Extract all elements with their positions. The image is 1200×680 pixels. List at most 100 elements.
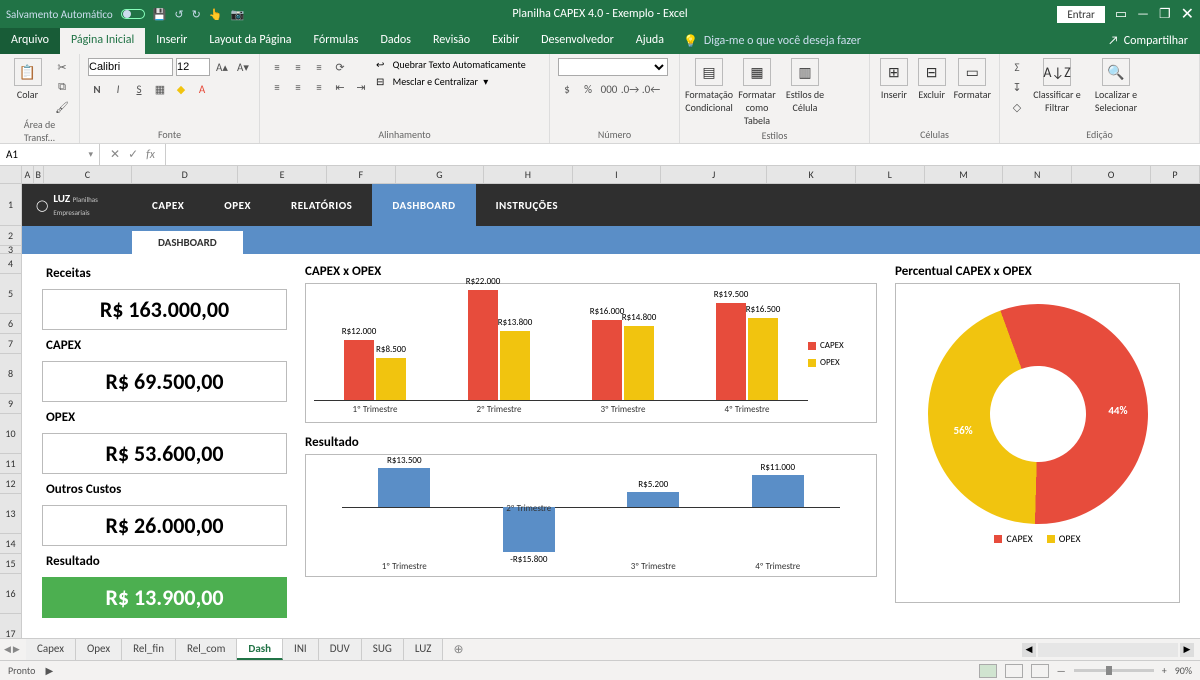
- nav-tab-dashboard[interactable]: DASHBOARD: [372, 184, 475, 226]
- menu-tab-dados[interactable]: Dados: [369, 28, 421, 54]
- percent-icon[interactable]: %: [579, 80, 597, 98]
- menu-tab-arquivo[interactable]: Arquivo: [0, 28, 60, 54]
- align-left-icon[interactable]: ≡: [268, 78, 286, 96]
- nav-tab-opex[interactable]: OPEX: [204, 184, 271, 226]
- add-sheet-button[interactable]: ⊕: [443, 642, 473, 657]
- sheet-tab-rel_com[interactable]: Rel_com: [176, 639, 237, 660]
- border-icon[interactable]: ▦: [151, 80, 169, 98]
- zoom-slider[interactable]: [1074, 669, 1154, 672]
- undo-icon[interactable]: ↺: [174, 8, 183, 21]
- fill-icon[interactable]: ↧: [1008, 78, 1026, 96]
- find-select-button[interactable]: 🔍Localizar e Selecionar: [1088, 58, 1144, 114]
- sheet-tab-sug[interactable]: SUG: [362, 639, 404, 660]
- sheet-tab-duv[interactable]: DUV: [319, 639, 362, 660]
- nav-tab-capex[interactable]: CAPEX: [132, 184, 204, 226]
- comma-icon[interactable]: 000: [600, 80, 618, 98]
- tell-me-search[interactable]: 💡 Diga-me o que você deseja fazer: [675, 28, 869, 54]
- insert-cells-button[interactable]: ⊞Inserir: [878, 58, 910, 101]
- align-bottom-icon[interactable]: ≡: [310, 58, 328, 76]
- align-middle-icon[interactable]: ≡: [289, 58, 307, 76]
- zoom-in-icon[interactable]: +: [1162, 664, 1167, 677]
- redo-icon[interactable]: ↻: [192, 8, 201, 21]
- enter-formula-icon[interactable]: ✓: [128, 147, 138, 162]
- horizontal-scrollbar[interactable]: ◀▶: [1022, 643, 1200, 657]
- wrap-text-button[interactable]: ↩ Quebrar Texto Automaticamente: [376, 58, 526, 71]
- page-layout-view-icon[interactable]: [1005, 664, 1023, 678]
- chart-donut[interactable]: 56% 44% CAPEX OPEX: [895, 283, 1180, 603]
- decrease-decimal-icon[interactable]: .0←: [642, 80, 660, 98]
- increase-font-icon[interactable]: A▴: [213, 58, 231, 76]
- sheet-tab-capex[interactable]: Capex: [26, 639, 76, 660]
- menu-tab-ajuda[interactable]: Ajuda: [625, 28, 675, 54]
- sheet-tab-dash[interactable]: Dash: [237, 639, 283, 660]
- column-headers[interactable]: ABCDEFGHIJKLMNOP: [22, 166, 1200, 184]
- camera-icon[interactable]: 📷: [231, 8, 245, 21]
- macro-record-icon[interactable]: ▶: [45, 664, 53, 677]
- menu-tab-revisão[interactable]: Revisão: [422, 28, 481, 54]
- decrease-indent-icon[interactable]: ⇤: [331, 78, 349, 96]
- nav-tab-instruções[interactable]: INSTRUÇÕES: [476, 184, 578, 226]
- maximize-icon[interactable]: ❐: [1159, 7, 1171, 22]
- bold-icon[interactable]: N: [88, 80, 106, 98]
- page-break-view-icon[interactable]: [1031, 664, 1049, 678]
- tab-scroll-left-icon[interactable]: ◀: [4, 644, 11, 655]
- align-right-icon[interactable]: ≡: [310, 78, 328, 96]
- delete-cells-button[interactable]: ⊟Excluir: [916, 58, 948, 101]
- menu-tab-layout-da-página[interactable]: Layout da Página: [198, 28, 302, 54]
- chart-resultado[interactable]: R$13.500-R$15.800R$5.200R$11.000 1º Trim…: [305, 454, 877, 577]
- autosum-icon[interactable]: Σ: [1008, 58, 1026, 76]
- sheet-tab-opex[interactable]: Opex: [76, 639, 122, 660]
- menu-tab-fórmulas[interactable]: Fórmulas: [303, 28, 370, 54]
- fx-icon[interactable]: fx: [146, 148, 155, 162]
- sub-tab-dashboard[interactable]: DASHBOARD: [132, 231, 243, 254]
- share-button[interactable]: ↗ Compartilhar: [1096, 28, 1200, 54]
- decrease-font-icon[interactable]: A▾: [234, 58, 252, 76]
- number-format-select[interactable]: [558, 58, 668, 76]
- autosave-toggle[interactable]: [121, 9, 145, 19]
- zoom-out-icon[interactable]: —: [1057, 664, 1066, 677]
- normal-view-icon[interactable]: [979, 664, 997, 678]
- italic-icon[interactable]: I: [109, 80, 127, 98]
- font-size-select[interactable]: [176, 58, 210, 76]
- nav-tab-relatórios[interactable]: RELATÓRIOS: [271, 184, 372, 226]
- sheet-tab-rel_fin[interactable]: Rel_fin: [122, 639, 176, 660]
- increase-decimal-icon[interactable]: .0→: [621, 80, 639, 98]
- currency-icon[interactable]: $: [558, 80, 576, 98]
- name-box[interactable]: A1▾: [0, 144, 100, 165]
- conditional-format-button[interactable]: ▤Formatação Condicional: [688, 58, 730, 114]
- worksheet-grid[interactable]: ABCDEFGHIJKLMNOP 12345678910111213141516…: [0, 166, 1200, 638]
- increase-indent-icon[interactable]: ⇥: [352, 78, 370, 96]
- menu-tab-desenvolvedor[interactable]: Desenvolvedor: [530, 28, 625, 54]
- orientation-icon[interactable]: ⟳: [331, 58, 349, 76]
- format-cells-button[interactable]: ▭Formatar: [954, 58, 991, 101]
- sort-filter-button[interactable]: A↓ZClassificar e Filtrar: [1032, 58, 1082, 114]
- cut-icon[interactable]: ✂: [53, 58, 71, 76]
- select-all-corner[interactable]: [0, 166, 22, 184]
- format-table-button[interactable]: ▦Formatar como Tabela: [736, 58, 778, 127]
- touch-icon[interactable]: 👆: [209, 8, 223, 21]
- sheet-tab-ini[interactable]: INI: [283, 639, 319, 660]
- align-center-icon[interactable]: ≡: [289, 78, 307, 96]
- underline-icon[interactable]: S: [130, 80, 148, 98]
- format-painter-icon[interactable]: 🖌: [53, 98, 71, 116]
- tab-scroll-right-icon[interactable]: ▶: [13, 644, 20, 655]
- minimize-icon[interactable]: —: [1137, 7, 1149, 22]
- row-headers[interactable]: 1234567891011121314151617: [0, 184, 22, 638]
- font-color-icon[interactable]: A: [193, 80, 211, 98]
- menu-tab-página-inicial[interactable]: Página Inicial: [60, 28, 145, 54]
- menu-tab-inserir[interactable]: Inserir: [145, 28, 198, 54]
- save-icon[interactable]: 💾: [153, 8, 167, 21]
- font-name-select[interactable]: [88, 58, 173, 76]
- align-top-icon[interactable]: ≡: [268, 58, 286, 76]
- merge-center-button[interactable]: ⊟ Mesclar e Centralizar ▾: [376, 75, 526, 88]
- copy-icon[interactable]: ⧉: [53, 78, 71, 96]
- formula-input[interactable]: [166, 144, 1200, 165]
- close-icon[interactable]: ✕: [1181, 4, 1194, 24]
- clear-icon[interactable]: ◇: [1008, 98, 1026, 116]
- cancel-formula-icon[interactable]: ✕: [110, 147, 120, 162]
- fill-color-icon[interactable]: ◆: [172, 80, 190, 98]
- sign-in-button[interactable]: Entrar: [1057, 6, 1104, 23]
- zoom-level[interactable]: 90%: [1175, 664, 1192, 677]
- menu-tab-exibir[interactable]: Exibir: [481, 28, 530, 54]
- chart-capex-opex[interactable]: R$12.000R$8.500R$22.000R$13.800R$16.000R…: [305, 283, 877, 423]
